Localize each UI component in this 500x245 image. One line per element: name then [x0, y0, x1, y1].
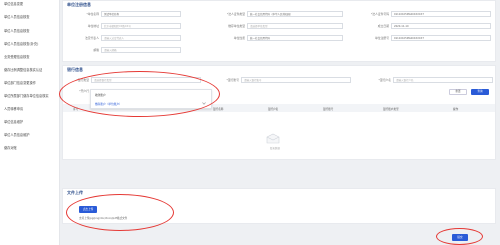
legal-rep-label: 法定代表人 — [85, 36, 99, 40]
sidebar-item-6[interactable]: 缴存比例调整信息核实认证 — [4, 67, 42, 72]
sidebar-item-12[interactable]: 缴存对账 — [4, 145, 17, 150]
account-no-label: *银行账号 — [226, 78, 239, 82]
reset-button[interactable]: 重置 — [449, 89, 467, 95]
sidebar-item-1[interactable]: 单位信息变更 — [4, 1, 23, 6]
unit-nature-select[interactable]: 统一社会信用代码 — [247, 35, 343, 41]
sidebar-item-4[interactable]: 单位人员信息核查(补充) — [4, 41, 38, 46]
col-account-no: 银行账号 — [323, 108, 334, 111]
sidebar-item-3[interactable]: 单位人员信息核查 — [4, 28, 30, 33]
sidebar: 单位信息变更 单位人员信息核查 单位人员信息核查 单位人员信息核查(补充) 业务… — [0, 0, 60, 245]
legal-rep-input[interactable]: 请输入法定代表人 — [101, 35, 181, 41]
sidebar-item-7[interactable]: 单位部门信息变更操作 — [4, 80, 36, 85]
col-account-type: 银行账户类型 — [383, 108, 399, 111]
reg-no-input[interactable]: 91110105MA00XXXXX7 — [391, 35, 491, 41]
reg-no-label: 单位注册号 — [375, 36, 389, 40]
sidebar-item-11[interactable]: 单位人员信息维护 — [4, 132, 30, 137]
sidebar-item-2[interactable]: 单位人员信息核查 — [4, 14, 30, 19]
upload-button[interactable]: 点击上传 — [79, 206, 97, 213]
unit-name-input[interactable]: 测试单位名称 — [101, 11, 181, 17]
cert-type-select[interactable]: 统一社会信用代码（中华人民共和国） — [247, 11, 343, 17]
col-actions: 操作 — [453, 108, 459, 111]
cert-type-label: *法人证件类型 — [226, 12, 245, 16]
unit-nature-label: 单位性质 — [233, 36, 245, 40]
unit-section-title: 单位注册信息 — [67, 2, 91, 7]
empty-box-icon — [266, 133, 280, 144]
bank-type-label: *银行类型 — [76, 78, 89, 82]
sidebar-item-9[interactable]: 人员转移申请 — [4, 106, 23, 111]
unit-name-label: *单位名称 — [86, 12, 99, 16]
sidebar-item-8[interactable]: 单位所属部门缴存单位信息核实 — [4, 93, 49, 98]
bank-section-title: 银行信息 — [67, 67, 83, 72]
cert-no-label: *法人证件号码 — [370, 12, 389, 16]
query-button[interactable]: 查询 — [471, 89, 489, 95]
dropdown-option-1[interactable]: 收款账户 — [95, 93, 106, 97]
sidebar-item-10[interactable]: 单位信息维护 — [4, 119, 23, 124]
dropdown-option-2[interactable]: 缴存账户（单位账户） — [95, 102, 122, 106]
submit-button[interactable]: 提交 — [452, 234, 468, 241]
cert-no-input[interactable]: 91110105MA00XXXXX7 — [391, 11, 491, 17]
account-name-input[interactable]: 请输入银行户名 — [393, 77, 493, 83]
account-name-label: *银行户名 — [378, 78, 391, 82]
email-label: 邮箱 — [93, 48, 99, 52]
unit-address-label: 单位地址 — [87, 24, 99, 28]
col-bank-name: 银行名称 — [213, 108, 224, 111]
upload-card: 文件上传 点击上传 支持上传jpg/png/doc/docx/pdf格式文件 — [62, 188, 496, 224]
chevron-down-icon — [202, 102, 206, 105]
est-date-label: 成立日期 — [377, 24, 389, 28]
sidebar-item-5[interactable]: 业务受理信息核查 — [4, 54, 30, 59]
open-bank-label: *开户行 — [79, 89, 89, 93]
org-type-select[interactable]: 请选择单位类型 — [247, 23, 343, 29]
upload-section-title: 文件上传 — [67, 190, 83, 195]
empty-text: 暂无数据 — [269, 147, 280, 150]
bank-type-select[interactable]: 请选择银行类型 — [91, 77, 201, 83]
account-no-input[interactable]: 请输入银行账号 — [241, 77, 351, 83]
bank-info-card: 银行信息 *银行类型 请选择银行类型 *银行账号 请输入银行账号 *银行户名 请… — [62, 65, 496, 160]
email-input[interactable]: 请输入邮箱 — [101, 47, 181, 53]
unit-address-input[interactable]: 北京市朝阳区XX路XX号 — [101, 23, 181, 29]
upload-hint: 支持上传jpg/png/doc/docx/pdf格式文件 — [79, 217, 128, 220]
est-date-input[interactable]: 2020-11-10 — [391, 23, 491, 29]
unit-info-card: 单位注册信息 *单位名称 测试单位名称 *法人证件类型 统一社会信用代码（中华人… — [62, 0, 496, 62]
col-account-name: 银行户名 — [268, 108, 279, 111]
bank-type-dropdown: 收款账户 缴存账户（单位账户） — [90, 89, 212, 109]
org-type-label: 缴存单位类型 — [228, 24, 245, 28]
col-index: 序号 — [73, 108, 79, 111]
